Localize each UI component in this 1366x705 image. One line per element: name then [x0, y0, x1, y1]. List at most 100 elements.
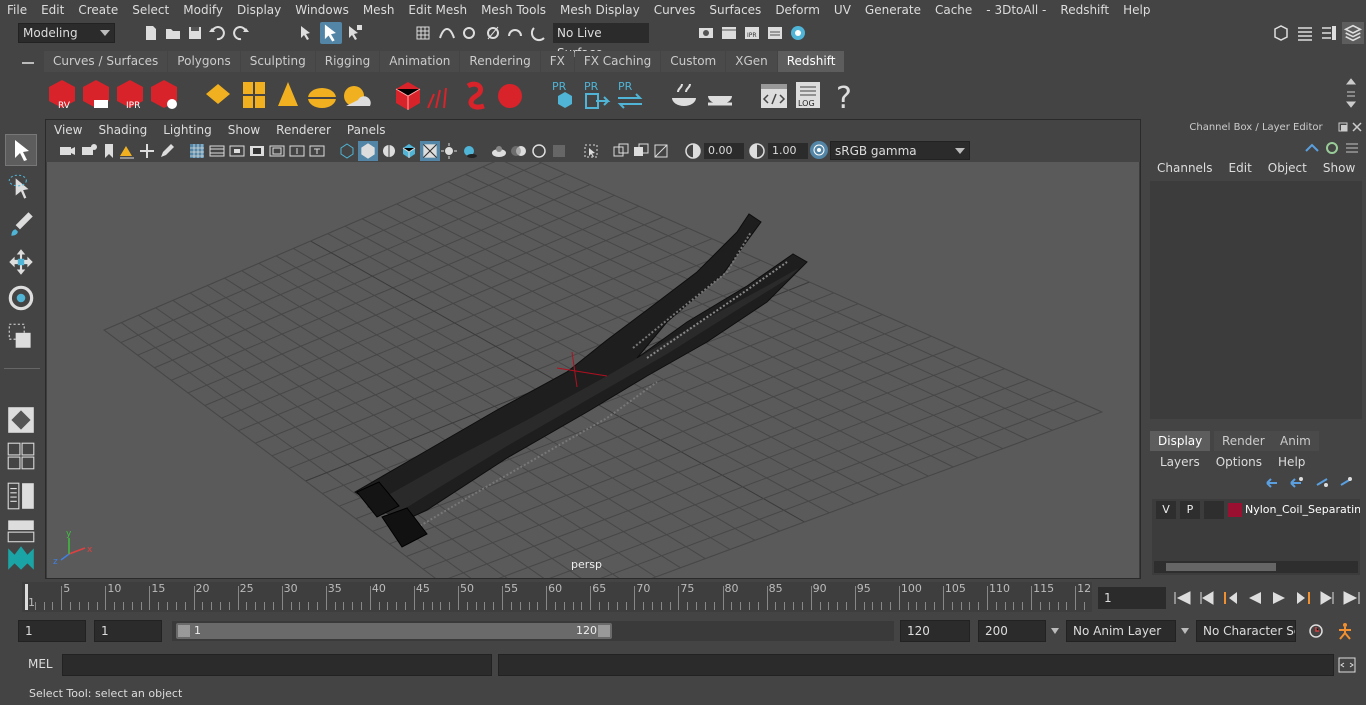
render-frame-icon[interactable]	[720, 24, 738, 42]
exposure-field[interactable]: 0.00	[704, 143, 744, 159]
scene-start-field[interactable]: 1	[18, 620, 86, 642]
shelf-tab-rigging[interactable]: Rigging	[315, 51, 380, 72]
screen-space-ao-icon[interactable]	[490, 142, 508, 160]
xray-icon[interactable]	[612, 142, 630, 160]
redshift-render-view-icon[interactable]: RV	[46, 76, 78, 114]
live-surface-field[interactable]: No Live Surface	[553, 23, 649, 60]
move-tool-icon[interactable]	[5, 246, 37, 278]
step-back-frame-icon[interactable]	[1222, 590, 1240, 606]
gate-mask-icon[interactable]	[248, 142, 266, 160]
use-default-material-icon[interactable]	[380, 142, 398, 160]
chevron-down-icon[interactable]	[1050, 627, 1060, 635]
viewport-menu-lighting[interactable]: Lighting	[155, 123, 220, 137]
command-language-label[interactable]: MEL	[28, 657, 53, 671]
viewport-menu-panels[interactable]: Panels	[339, 123, 394, 137]
snap-live-icon[interactable]	[506, 24, 524, 42]
menu-display[interactable]: Display	[230, 0, 288, 20]
float-panel-icon[interactable]	[1338, 122, 1348, 132]
go-to-start-icon[interactable]	[1172, 590, 1192, 606]
render-view-icon[interactable]	[697, 24, 715, 42]
four-view-layout-icon[interactable]	[5, 440, 37, 472]
redshift-render-sequence-icon[interactable]	[80, 76, 112, 114]
menu-cache[interactable]: Cache	[928, 0, 979, 20]
shelf-tab-xgen[interactable]: XGen	[726, 51, 777, 72]
channels-menu[interactable]: Channels	[1157, 161, 1213, 175]
shelf-scroll-arrows-icon[interactable]	[1345, 76, 1357, 110]
isolate-select-icon[interactable]	[582, 142, 600, 160]
menu-3dtoall[interactable]: - 3DtoAll -	[979, 0, 1053, 20]
two-d-pan-zoom-icon[interactable]	[138, 142, 156, 160]
menuset-dropdown[interactable]: Modeling	[18, 23, 115, 43]
play-forward-icon[interactable]	[1270, 590, 1288, 606]
shelf-tab-animation[interactable]: Animation	[380, 51, 460, 72]
range-start-handle[interactable]	[178, 625, 190, 637]
wireframe-icon[interactable]	[338, 142, 356, 160]
layer-help-menu[interactable]: Help	[1278, 455, 1305, 469]
new-layer-selected-icon[interactable]	[1338, 475, 1354, 491]
menu-select[interactable]: Select	[125, 0, 176, 20]
depth-of-field-icon[interactable]	[550, 142, 568, 160]
attribute-editor-icon[interactable]	[1296, 24, 1314, 42]
live-surface-magnet-icon[interactable]	[530, 24, 548, 42]
select-tool-button[interactable]	[5, 134, 37, 166]
move-layer-up-icon[interactable]	[1264, 475, 1280, 491]
view-transform-dropdown[interactable]: sRGB gamma	[830, 141, 970, 160]
range-end-handle[interactable]	[598, 625, 610, 637]
viewport-menu-view[interactable]: View	[46, 123, 90, 137]
shadows-icon[interactable]	[460, 142, 478, 160]
outliner-layout-icon[interactable]	[5, 480, 37, 512]
snap-grid-icon[interactable]	[414, 24, 432, 42]
resolution-gate-icon[interactable]	[228, 142, 246, 160]
move-layer-down-icon[interactable]	[1288, 475, 1304, 491]
menu-mesh[interactable]: Mesh	[356, 0, 402, 20]
menu-help[interactable]: Help	[1116, 0, 1157, 20]
menu-file[interactable]: File	[0, 0, 34, 20]
channel-box-toggle-button[interactable]	[1342, 22, 1364, 44]
new-layer-icon[interactable]	[1314, 475, 1330, 491]
current-frame-field[interactable]: 1	[1098, 587, 1166, 609]
menu-surfaces[interactable]: Surfaces	[702, 0, 768, 20]
camera-select-icon[interactable]	[58, 142, 76, 160]
scene-end-field[interactable]: 200	[978, 620, 1046, 642]
lasso-tool-icon[interactable]	[5, 172, 37, 204]
menu-generate[interactable]: Generate	[858, 0, 928, 20]
new-scene-icon[interactable]	[142, 24, 160, 42]
layers-menu[interactable]: Layers	[1160, 455, 1200, 469]
anim-layer-dropdown[interactable]: No Anim Layer	[1066, 620, 1176, 642]
redshift-bake-icon[interactable]	[668, 76, 700, 114]
film-gate-icon[interactable]	[208, 142, 226, 160]
textured-button[interactable]	[420, 141, 440, 161]
color-management-toggle[interactable]	[810, 141, 828, 159]
save-scene-icon[interactable]	[186, 24, 204, 42]
script-editor-icon[interactable]	[1338, 656, 1356, 674]
menu-mesh-display[interactable]: Mesh Display	[553, 0, 647, 20]
snap-point-icon[interactable]	[460, 24, 478, 42]
snap-curve-icon[interactable]	[438, 24, 456, 42]
layer-tab-display[interactable]: Display	[1150, 431, 1211, 451]
shelf-menu-icon[interactable]	[22, 62, 34, 64]
channelbox-object-menu[interactable]: Object	[1268, 161, 1307, 175]
step-forward-frame-icon[interactable]	[1294, 590, 1312, 606]
redshift-mesh-light-icon[interactable]	[392, 76, 424, 114]
playback-end-field[interactable]: 120	[900, 620, 970, 642]
single-perspective-layout-icon[interactable]	[5, 404, 37, 436]
layer-tab-anim[interactable]: Anim	[1272, 431, 1319, 451]
layer-name[interactable]: Nylon_Coil_Separating	[1245, 501, 1360, 519]
current-time-indicator[interactable]	[25, 584, 28, 610]
open-scene-icon[interactable]	[164, 24, 182, 42]
select-object-mode-button[interactable]	[320, 22, 342, 44]
gamma-field[interactable]: 1.00	[768, 143, 808, 159]
scrollbar-thumb[interactable]	[1166, 563, 1276, 571]
channelbox-show-menu[interactable]: Show	[1323, 161, 1355, 175]
redshift-script-editor-icon[interactable]	[758, 76, 790, 114]
channel-box-toggle-icon[interactable]	[1304, 141, 1320, 155]
layer-horizontal-scrollbar[interactable]	[1154, 561, 1358, 573]
redshift-pr-swap-icon[interactable]: PR	[614, 76, 646, 114]
layer-options-menu[interactable]: Options	[1216, 455, 1262, 469]
camera-attributes-icon[interactable]	[80, 142, 98, 160]
grid-toggle-icon[interactable]	[188, 142, 206, 160]
tool-settings-icon[interactable]	[1320, 24, 1338, 42]
redshift-sphere-icon[interactable]	[494, 76, 526, 114]
attribute-editor-toggle-icon[interactable]	[1344, 141, 1360, 155]
image-plane-icon[interactable]	[118, 142, 136, 160]
